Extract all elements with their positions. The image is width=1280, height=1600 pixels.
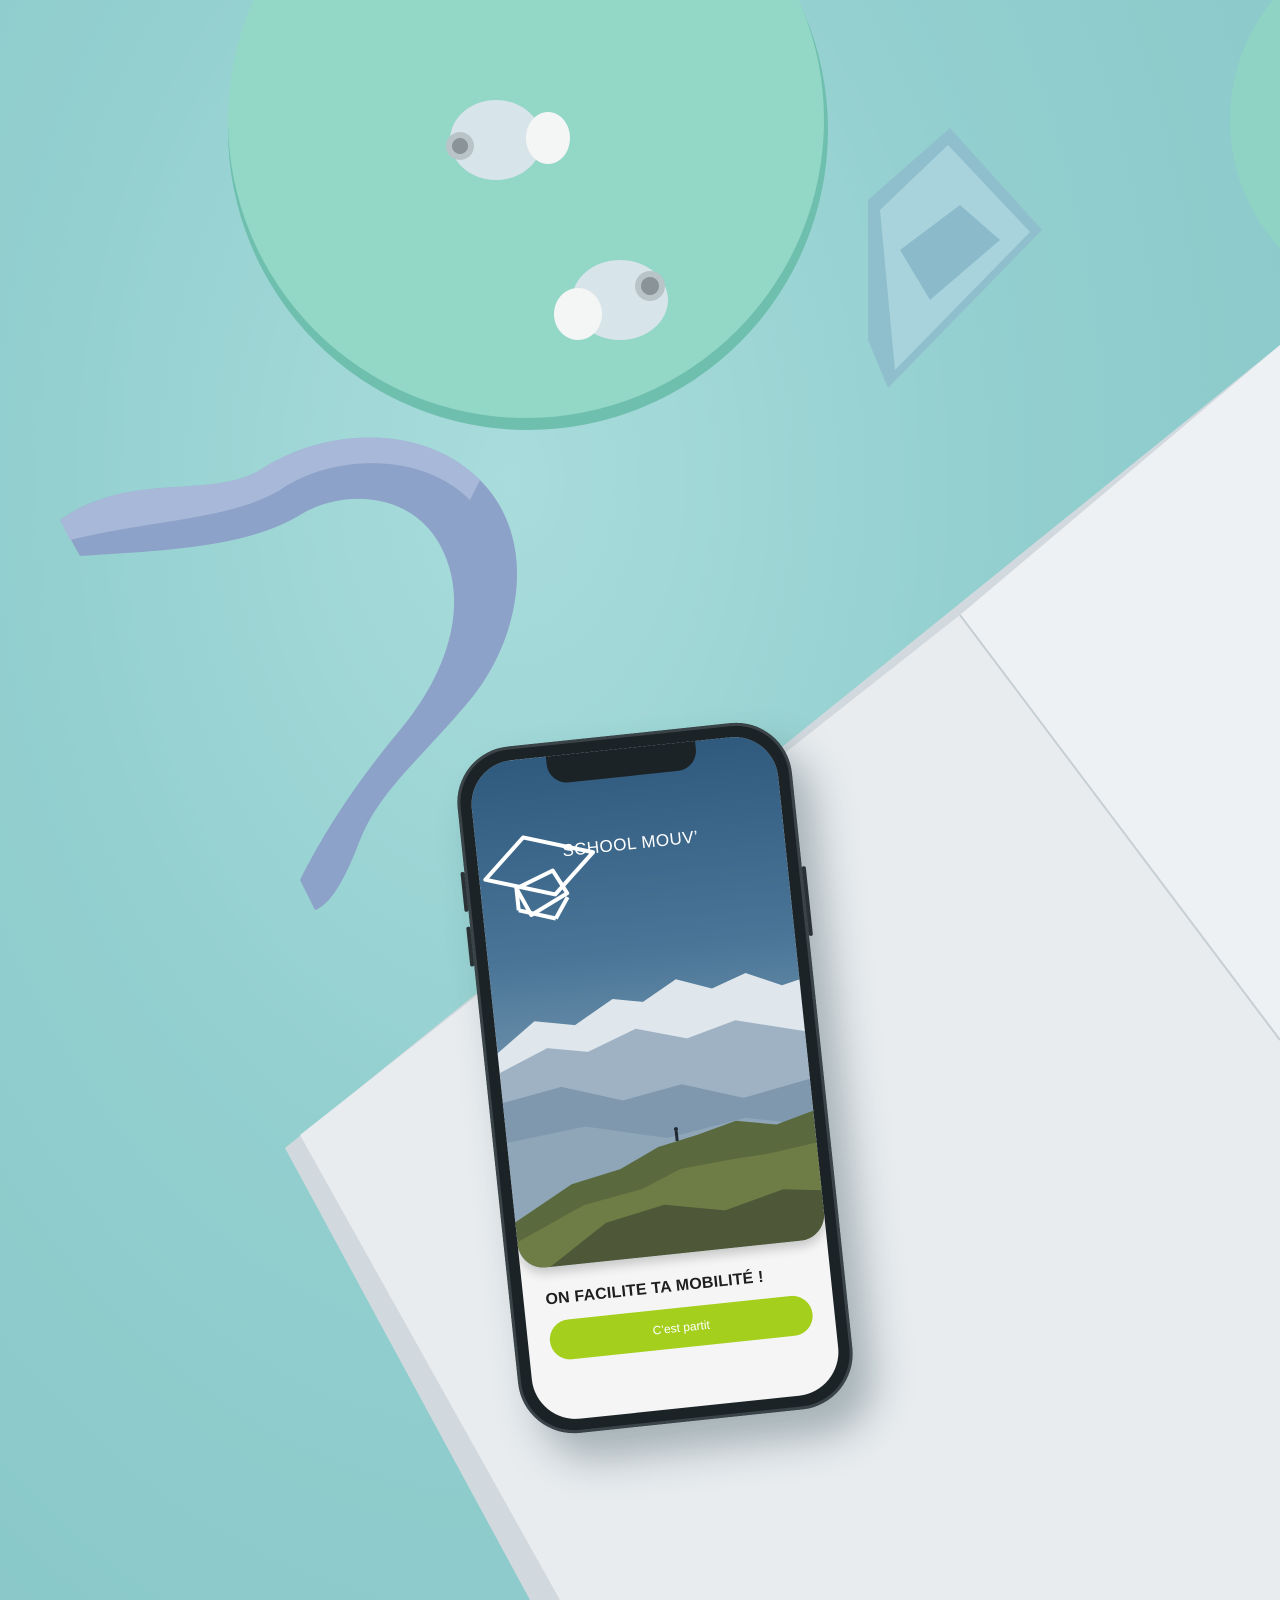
mint-pedestal [228, 0, 828, 430]
smartphone: SCHOOL MOUV’ ON FACILITE TA MOBILITÉ ! C… [451, 717, 859, 1439]
open-box-icon [483, 835, 596, 921]
pedestal-edge-right [1230, 0, 1280, 249]
hero-image: SCHOOL MOUV’ [467, 732, 827, 1271]
welcome-panel: ON FACILITE TA MOBILITÉ ! C’est partit [520, 1238, 842, 1423]
app-screen: SCHOOL MOUV’ ON FACILITE TA MOBILITÉ ! C… [467, 732, 843, 1424]
arch-sculpture [60, 437, 518, 910]
crystal-stone [868, 128, 1042, 388]
